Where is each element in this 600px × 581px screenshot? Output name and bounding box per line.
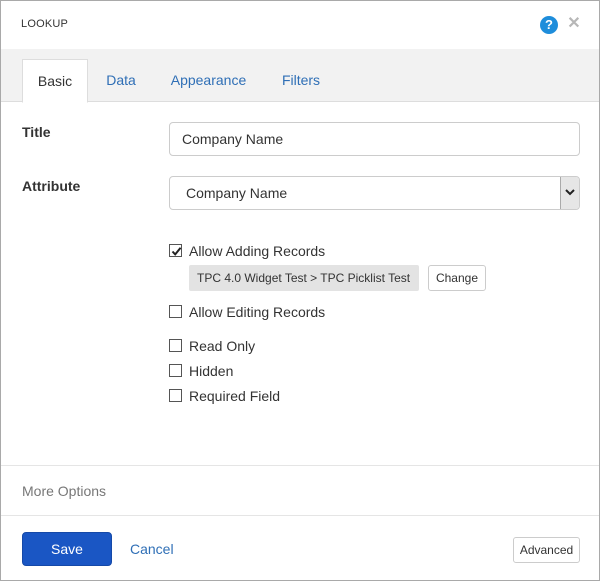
dialog-header: LOOKUP ? ✕: [1, 1, 599, 49]
tab-bar: Basic Data Appearance Filters: [1, 49, 599, 103]
attribute-select-value: Company Name: [186, 185, 288, 201]
question-circle-icon[interactable]: ?: [540, 16, 558, 34]
cancel-link[interactable]: Cancel: [130, 541, 174, 557]
attribute-select[interactable]: Company Name: [169, 176, 580, 210]
advanced-button[interactable]: Advanced: [513, 537, 580, 563]
allow-editing-records-label: Allow Editing Records: [189, 304, 326, 320]
read-only-label: Read Only: [189, 338, 256, 354]
tab-appearance[interactable]: Appearance: [161, 59, 256, 102]
divider: [1, 465, 599, 466]
attribute-label: Attribute: [22, 178, 81, 194]
title-input[interactable]: [169, 122, 580, 156]
allow-editing-records-checkbox[interactable]: [169, 305, 182, 318]
read-only-checkbox[interactable]: [169, 339, 182, 352]
lookup-dialog: LOOKUP ? ✕ Basic Data Appearance Filters…: [0, 0, 600, 581]
dialog-title: LOOKUP: [21, 18, 69, 30]
tab-data[interactable]: Data: [96, 59, 146, 102]
divider: [1, 515, 599, 516]
tab-basic[interactable]: Basic: [22, 59, 88, 103]
hidden-label: Hidden: [189, 363, 234, 379]
more-options-toggle[interactable]: More Options: [22, 483, 106, 499]
allow-adding-records-checkbox[interactable]: [169, 244, 182, 257]
required-field-checkbox[interactable]: [169, 389, 182, 402]
allow-adding-records-label: Allow Adding Records: [189, 243, 326, 259]
close-icon[interactable]: ✕: [567, 14, 581, 34]
chevron-down-icon[interactable]: [560, 177, 579, 209]
tab-filters[interactable]: Filters: [269, 59, 333, 102]
hidden-checkbox[interactable]: [169, 364, 182, 377]
save-button[interactable]: Save: [22, 532, 112, 566]
change-button[interactable]: Change: [428, 265, 486, 291]
picklist-target: TPC 4.0 Widget Test > TPC Picklist Test: [189, 265, 419, 291]
required-field-label: Required Field: [189, 388, 281, 404]
title-label: Title: [22, 124, 51, 140]
